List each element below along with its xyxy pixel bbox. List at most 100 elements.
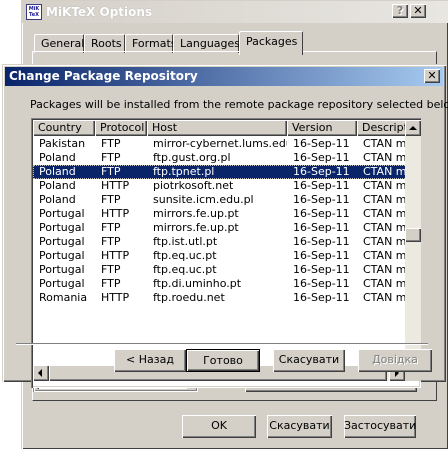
- dialog-cancel-button[interactable]: Скасувати: [273, 349, 345, 372]
- table-row[interactable]: Poland FTP sunsite.icm.edu.pl 16-Sep-11 CTAN…: [33, 193, 405, 207]
- table-row[interactable]: Portugal FTP ftp.eq.uc.pt 16-Sep-11 CTAN m: [33, 263, 405, 277]
- version-cell: 16-Sep-11: [293, 221, 350, 234]
- protocol-cell: FTP: [101, 151, 121, 164]
- repository-list[interactable]: Country Protocol Host Version Descriptio…: [31, 118, 421, 388]
- host-cell: ftp.ist.utl.pt: [153, 235, 218, 248]
- protocol-cell: FTP: [101, 235, 121, 248]
- host-cell: ftp.eq.uc.pt: [153, 249, 217, 262]
- options-titlebar: MiK TeX MiKTeX Options ? ✕: [22, 1, 448, 23]
- change-repository-dialog: Change Package Repository ✕ Packages wil…: [2, 64, 448, 388]
- description-cell: CTAN m: [363, 165, 405, 178]
- dialog-title: Change Package Repository: [9, 69, 198, 83]
- country-cell: Pakistan: [39, 137, 86, 150]
- description-cell: CTAN m: [363, 263, 405, 276]
- description-cell: CTAN m: [363, 207, 405, 220]
- table-row[interactable]: Pakistan FTP mirror-cybernet.lums.edu.... 1…: [33, 137, 405, 151]
- country-cell: Portugal: [39, 277, 85, 290]
- host-cell: ftp.eq.uc.pt: [153, 263, 217, 276]
- column-header-host[interactable]: Host: [147, 120, 287, 136]
- version-cell: 16-Sep-11: [293, 165, 350, 178]
- host-cell: mirror-cybernet.lums.edu....: [153, 137, 287, 150]
- version-cell: 16-Sep-11: [293, 207, 350, 220]
- country-cell: Poland: [39, 165, 76, 178]
- country-cell: Portugal: [39, 263, 85, 276]
- table-row[interactable]: Portugal FTP ftp.di.uminho.pt 16-Sep-11 CTAN…: [33, 277, 405, 291]
- help-button: Довідка: [358, 349, 432, 372]
- host-cell: piotrkosoft.net: [153, 179, 234, 192]
- host-cell: mirrors.fe.up.pt: [153, 207, 239, 220]
- host-cell: ftp.tpnet.pl: [153, 165, 215, 178]
- host-cell: ftp.roedu.net: [153, 291, 225, 304]
- host-cell: ftp.di.uminho.pt: [153, 277, 242, 290]
- description-cell: CTAN m: [363, 137, 405, 150]
- table-row[interactable]: Portugal FTP mirrors.fe.up.pt 16-Sep-11 CTAN…: [33, 221, 405, 235]
- column-header-country[interactable]: Country: [33, 120, 95, 136]
- back-button[interactable]: < Назад: [114, 349, 186, 372]
- protocol-cell: HTTP: [101, 249, 130, 262]
- arrow-up-icon: [409, 126, 417, 130]
- table-row[interactable]: Romania HTTP ftp.roedu.net 16-Sep-11 CTAN m: [33, 291, 405, 305]
- dialog-message: Packages will be installed from the remo…: [30, 98, 448, 111]
- description-cell: CTAN m: [363, 179, 405, 192]
- country-cell: Poland: [39, 179, 76, 192]
- version-cell: 16-Sep-11: [293, 179, 350, 192]
- column-header-protocol[interactable]: Protocol: [95, 120, 147, 136]
- description-cell: CTAN m: [363, 277, 405, 290]
- scroll-left-button[interactable]: [33, 365, 49, 381]
- description-cell: CTAN m: [363, 249, 405, 262]
- finish-button[interactable]: Готово: [186, 349, 260, 372]
- country-cell: Poland: [39, 193, 76, 206]
- arrow-left-icon: [38, 369, 42, 377]
- apply-button[interactable]: Застосувати: [344, 415, 416, 438]
- list-header: Country Protocol Host Version Descriptio…: [33, 120, 405, 136]
- table-row[interactable]: Poland HTTP piotrkosoft.net 16-Sep-11 CTAN m: [33, 179, 405, 193]
- host-cell: sunsite.icm.edu.pl: [153, 193, 254, 206]
- table-row[interactable]: Portugal HTTP ftp.eq.uc.pt 16-Sep-11 CTAN m: [33, 249, 405, 263]
- repository-list-body: Country Protocol Host Version Descriptio…: [33, 120, 405, 365]
- country-cell: Romania: [39, 291, 88, 304]
- version-cell: 16-Sep-11: [293, 291, 350, 304]
- cancel-button[interactable]: Скасувати: [267, 415, 332, 438]
- protocol-cell: HTTP: [101, 291, 130, 304]
- table-row[interactable]: Portugal HTTP mirrors.fe.up.pt 16-Sep-11 CTA…: [33, 207, 405, 221]
- country-cell: Portugal: [39, 249, 85, 262]
- protocol-cell: HTTP: [101, 207, 130, 220]
- version-cell: 16-Sep-11: [293, 193, 350, 206]
- version-cell: 16-Sep-11: [293, 235, 350, 248]
- table-row[interactable]: Poland FTP ftp.gust.org.pl 16-Sep-11 CTAN m: [33, 151, 405, 165]
- country-cell: Portugal: [39, 207, 85, 220]
- protocol-cell: FTP: [101, 165, 121, 178]
- version-cell: 16-Sep-11: [293, 137, 350, 150]
- protocol-cell: FTP: [101, 193, 121, 206]
- column-header-version[interactable]: Version: [287, 120, 357, 136]
- options-window-title: MiKTeX Options: [46, 5, 153, 19]
- country-cell: Portugal: [39, 221, 85, 234]
- protocol-cell: HTTP: [101, 179, 130, 192]
- version-cell: 16-Sep-11: [293, 277, 350, 290]
- protocol-cell: FTP: [101, 137, 121, 150]
- country-cell: Portugal: [39, 235, 85, 248]
- description-cell: CTAN m: [363, 151, 405, 164]
- vertical-scroll-thumb[interactable]: [405, 228, 421, 242]
- close-icon[interactable]: ✕: [424, 69, 440, 83]
- protocol-cell: FTP: [101, 221, 121, 234]
- dialog-titlebar: Change Package Repository ✕: [5, 67, 443, 86]
- version-cell: 16-Sep-11: [293, 249, 350, 262]
- protocol-cell: FTP: [101, 277, 121, 290]
- version-cell: 16-Sep-11: [293, 151, 350, 164]
- vertical-scrollbar[interactable]: [405, 120, 421, 365]
- description-cell: CTAN m: [363, 221, 405, 234]
- tab-packages[interactable]: Packages: [239, 31, 303, 55]
- ok-button[interactable]: OK: [182, 415, 256, 438]
- table-row[interactable]: Portugal FTP ftp.ist.utl.pt 16-Sep-11 CTAN m: [33, 235, 405, 249]
- description-cell: CTAN m: [363, 235, 405, 248]
- table-row-selected[interactable]: Poland FTP ftp.tpnet.pl 16-Sep-11 CTAN m: [33, 165, 405, 179]
- host-cell: mirrors.fe.up.pt: [153, 221, 239, 234]
- scroll-up-button[interactable]: [405, 120, 421, 136]
- country-cell: Poland: [39, 151, 76, 164]
- description-cell: CTAN m: [363, 291, 405, 304]
- description-cell: CTAN m: [363, 193, 405, 206]
- host-cell: ftp.gust.org.pl: [153, 151, 231, 164]
- column-header-description[interactable]: Description: [357, 120, 405, 136]
- close-icon[interactable]: ✕: [410, 4, 426, 18]
